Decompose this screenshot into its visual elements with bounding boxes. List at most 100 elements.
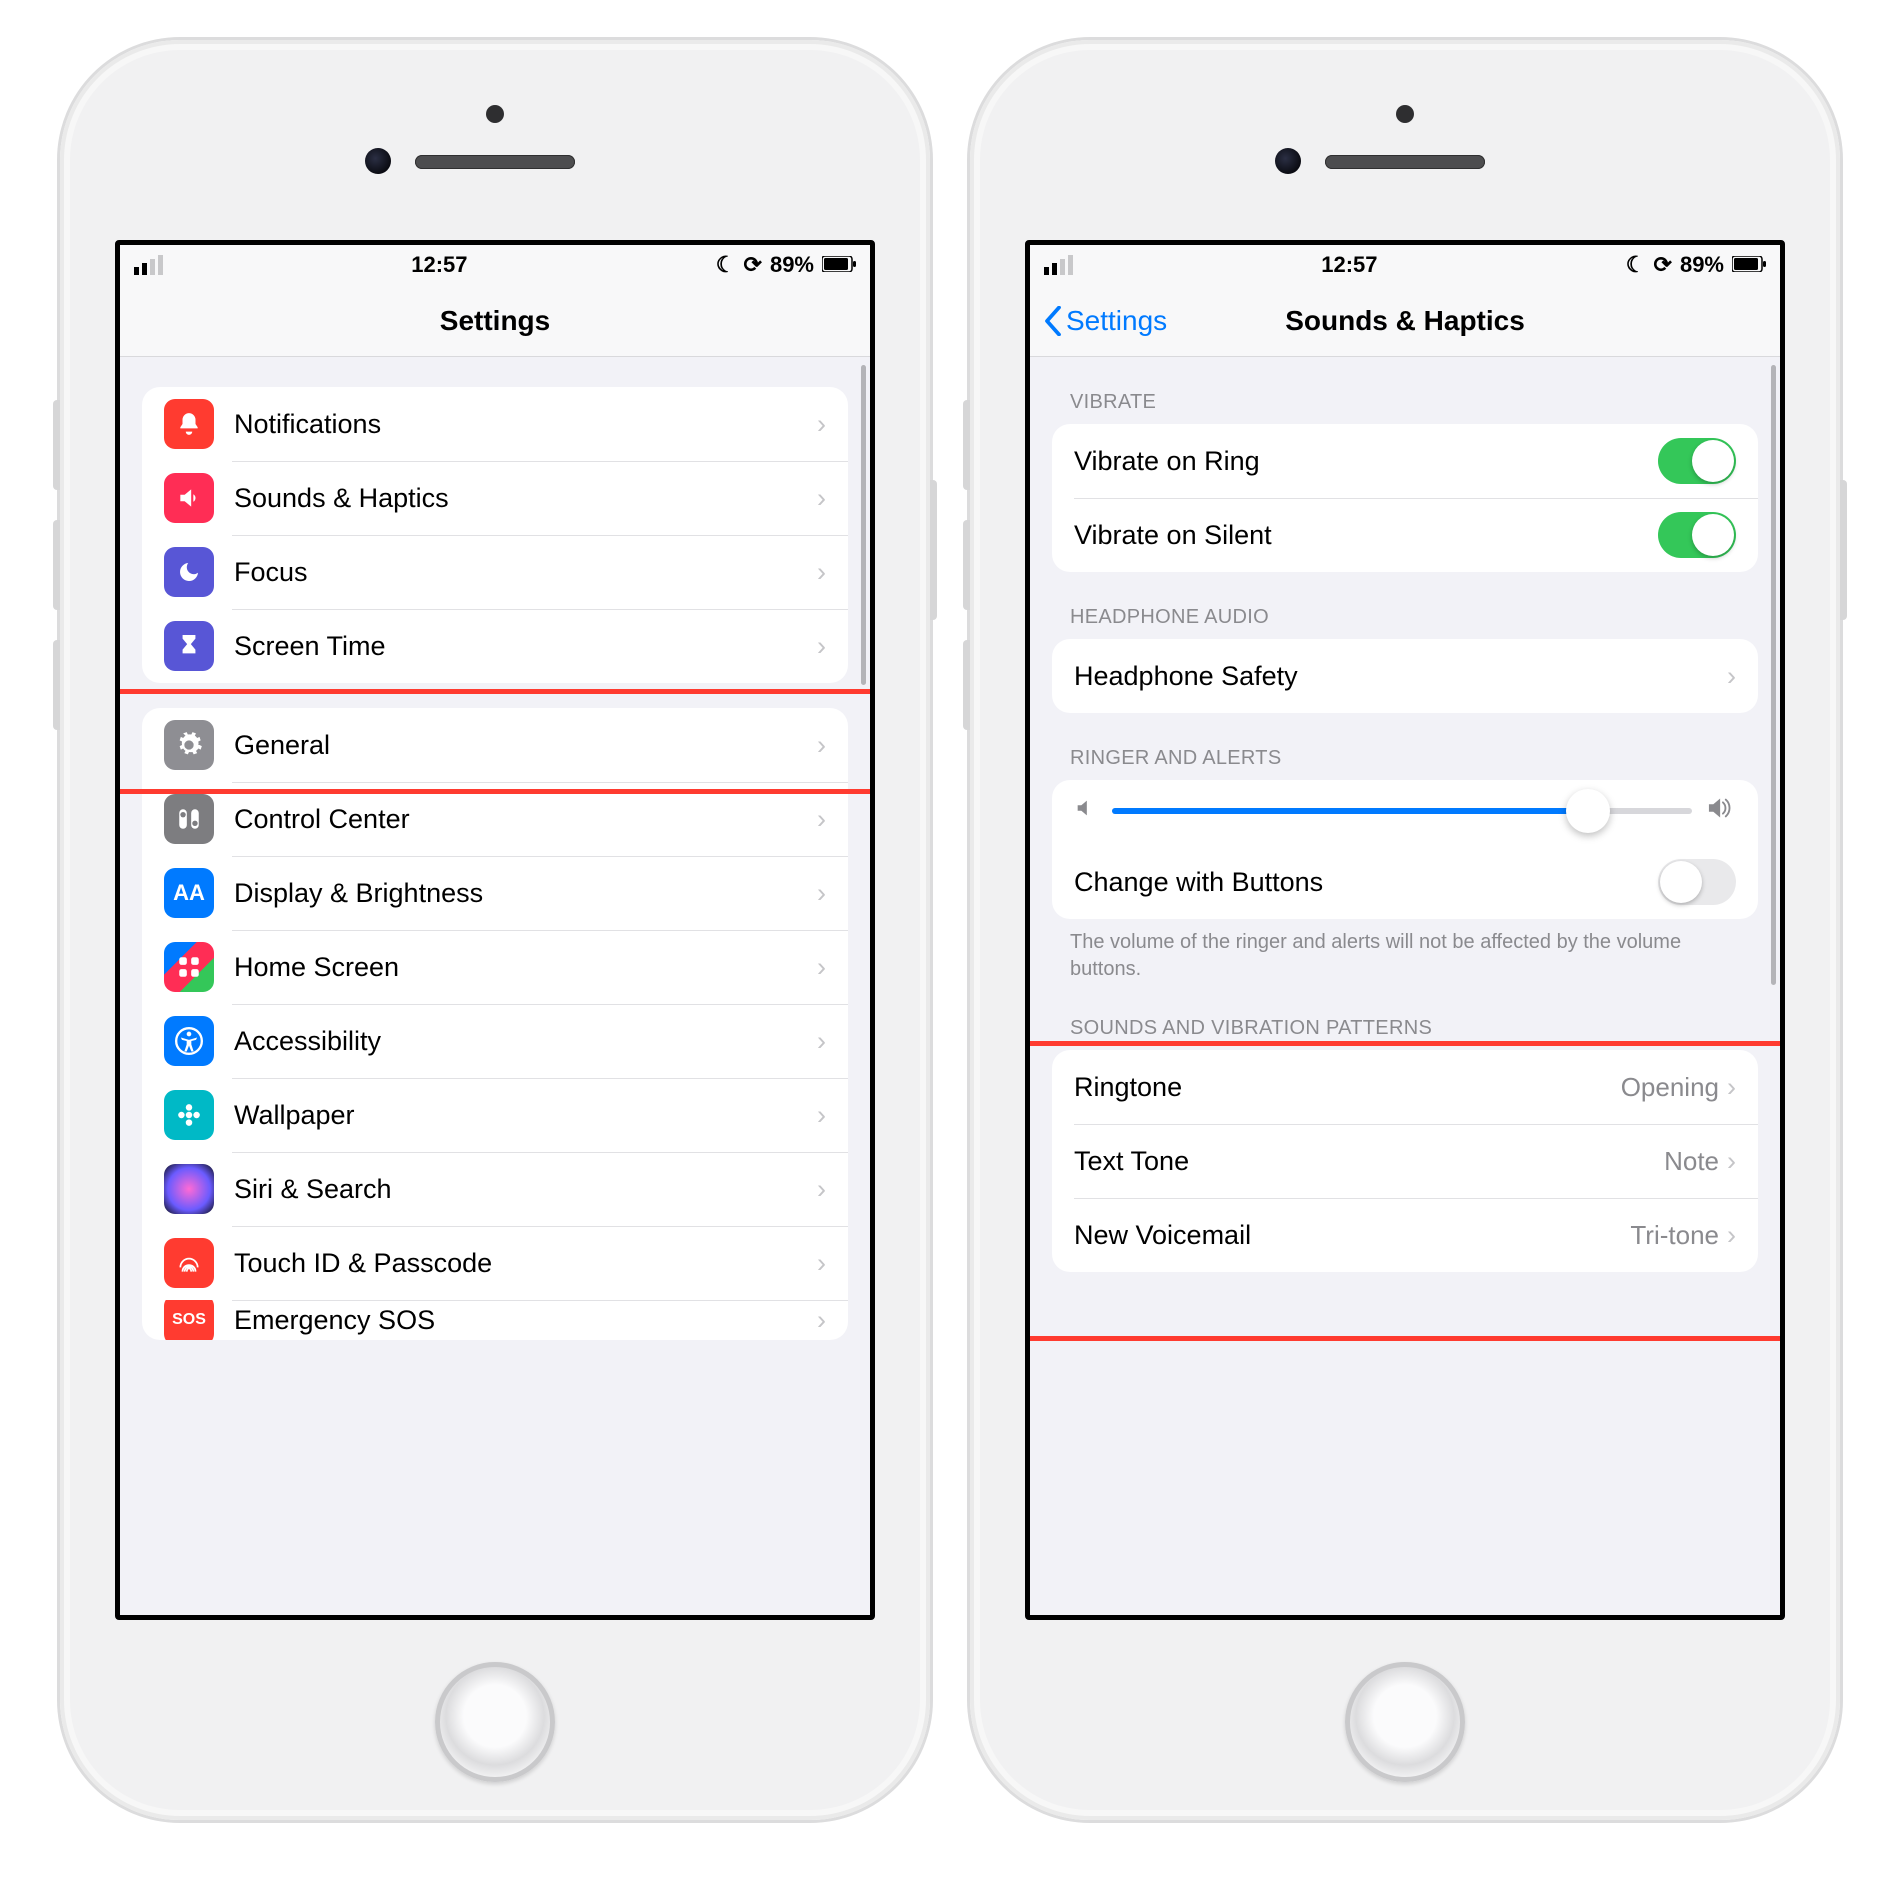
row-value: Tri-tone (1630, 1220, 1719, 1251)
page-title: Settings (440, 305, 550, 337)
volume-slider-track[interactable] (1112, 808, 1692, 814)
row-vibrate-on-ring[interactable]: Vibrate on Ring (1052, 424, 1758, 498)
home-button[interactable] (1345, 1662, 1465, 1782)
chevron-right-icon: › (817, 730, 826, 761)
row-label: Wallpaper (234, 1100, 817, 1131)
battery-percent: 89% (770, 252, 814, 278)
orientation-lock-icon: ⟳ (1654, 252, 1672, 278)
screen-sounds-haptics: 12:57 ☾ ⟳ 89% Settings Sounds & Haptics … (1025, 240, 1785, 1620)
chevron-left-icon (1044, 306, 1062, 336)
front-camera (1396, 105, 1414, 123)
speaker-icon (164, 473, 214, 523)
row-label: Vibrate on Silent (1074, 520, 1658, 551)
row-siri-search[interactable]: Siri & Search › (142, 1152, 848, 1226)
proximity-sensor (365, 148, 391, 174)
row-vibrate-on-silent[interactable]: Vibrate on Silent (1052, 498, 1758, 572)
chevron-right-icon: › (1727, 1220, 1736, 1251)
chevron-right-icon: › (1727, 1146, 1736, 1177)
chevron-right-icon: › (817, 557, 826, 588)
row-label: Home Screen (234, 952, 817, 983)
orientation-lock-icon: ⟳ (744, 252, 762, 278)
nav-header: Settings (120, 285, 870, 357)
row-ringer-volume-slider[interactable] (1052, 780, 1758, 845)
toggle-vibrate-on-ring[interactable] (1658, 438, 1736, 484)
volume-high-icon (1708, 796, 1736, 825)
row-text-tone[interactable]: Text Tone Note › (1052, 1124, 1758, 1198)
chevron-right-icon: › (817, 952, 826, 983)
battery-icon (1732, 252, 1766, 278)
row-sounds-haptics[interactable]: Sounds & Haptics › (142, 461, 848, 535)
row-control-center[interactable]: Control Center › (142, 782, 848, 856)
row-focus[interactable]: Focus › (142, 535, 848, 609)
row-notifications[interactable]: Notifications › (142, 387, 848, 461)
section-footer-ringer: The volume of the ringer and alerts will… (1070, 929, 1740, 983)
chevron-right-icon: › (817, 1174, 826, 1205)
row-general[interactable]: General › (142, 708, 848, 782)
row-new-voicemail[interactable]: New Voicemail Tri-tone › (1052, 1198, 1758, 1272)
volume-low-icon (1074, 797, 1096, 824)
signal-strength-icon (134, 255, 163, 275)
row-value: Opening (1621, 1072, 1719, 1103)
app-grid-icon (164, 942, 214, 992)
phone-top-hardware (970, 40, 1840, 240)
row-wallpaper[interactable]: Wallpaper › (142, 1078, 848, 1152)
scroll-indicator[interactable] (861, 365, 866, 685)
section-header-ringer: Ringer and Alerts (1070, 747, 1740, 770)
accessibility-icon (164, 1016, 214, 1066)
row-headphone-safety[interactable]: Headphone Safety › (1052, 639, 1758, 713)
status-right: ☾ ⟳ 89% (1626, 252, 1766, 278)
nav-header: Settings Sounds & Haptics (1030, 285, 1780, 357)
row-label: Focus (234, 557, 817, 588)
siri-icon (164, 1164, 214, 1214)
sos-icon: SOS (164, 1300, 214, 1340)
row-accessibility[interactable]: Accessibility › (142, 1004, 848, 1078)
settings-group-general: General › Control Center › AA Display & … (142, 708, 848, 1340)
row-label: Sounds & Haptics (234, 483, 817, 514)
sounds-content[interactable]: Vibrate Vibrate on Ring Vibrate on Silen… (1030, 357, 1780, 1615)
chevron-right-icon: › (817, 878, 826, 909)
do-not-disturb-icon: ☾ (716, 252, 736, 278)
status-right: ☾ ⟳ 89% (716, 252, 856, 278)
screen-settings: 12:57 ☾ ⟳ 89% Settings Not (115, 240, 875, 1620)
status-bar: 12:57 ☾ ⟳ 89% (1030, 245, 1780, 285)
row-emergency-sos[interactable]: SOS Emergency SOS › (142, 1300, 848, 1340)
row-label: Change with Buttons (1074, 867, 1658, 898)
chevron-right-icon: › (1727, 661, 1736, 692)
row-screen-time[interactable]: Screen Time › (142, 609, 848, 683)
row-label: Text Tone (1074, 1146, 1664, 1177)
phone-top-hardware (60, 40, 930, 240)
row-label: General (234, 730, 817, 761)
chevron-right-icon: › (817, 1305, 826, 1336)
home-button[interactable] (435, 1662, 555, 1782)
text-size-icon: AA (164, 868, 214, 918)
row-label: Headphone Safety (1074, 661, 1727, 692)
chevron-right-icon: › (817, 409, 826, 440)
proximity-sensor (1275, 148, 1301, 174)
settings-group-notifications: Notifications › Sounds & Haptics › Focus… (142, 387, 848, 683)
chevron-right-icon: › (817, 1026, 826, 1057)
settings-content[interactable]: Notifications › Sounds & Haptics › Focus… (120, 357, 870, 1615)
earpiece-speaker (415, 155, 575, 169)
gear-icon (164, 720, 214, 770)
row-label: New Voicemail (1074, 1220, 1630, 1251)
back-button[interactable]: Settings (1044, 305, 1167, 337)
hourglass-icon (164, 621, 214, 671)
row-label: Ringtone (1074, 1072, 1621, 1103)
row-value: Note (1664, 1146, 1719, 1177)
do-not-disturb-icon: ☾ (1626, 252, 1646, 278)
toggle-change-with-buttons[interactable] (1658, 859, 1736, 905)
battery-percent: 89% (1680, 252, 1724, 278)
group-vibrate: Vibrate on Ring Vibrate on Silent (1052, 424, 1758, 572)
row-label: Notifications (234, 409, 817, 440)
toggle-vibrate-on-silent[interactable] (1658, 512, 1736, 558)
row-display-brightness[interactable]: AA Display & Brightness › (142, 856, 848, 930)
row-change-with-buttons[interactable]: Change with Buttons (1052, 845, 1758, 919)
row-touchid-passcode[interactable]: Touch ID & Passcode › (142, 1226, 848, 1300)
row-label: Vibrate on Ring (1074, 446, 1658, 477)
scroll-indicator[interactable] (1771, 365, 1776, 985)
row-label: Display & Brightness (234, 878, 817, 909)
row-ringtone[interactable]: Ringtone Opening › (1052, 1050, 1758, 1124)
row-home-screen[interactable]: Home Screen › (142, 930, 848, 1004)
chevron-right-icon: › (1727, 1072, 1736, 1103)
volume-slider-thumb[interactable] (1566, 789, 1610, 833)
